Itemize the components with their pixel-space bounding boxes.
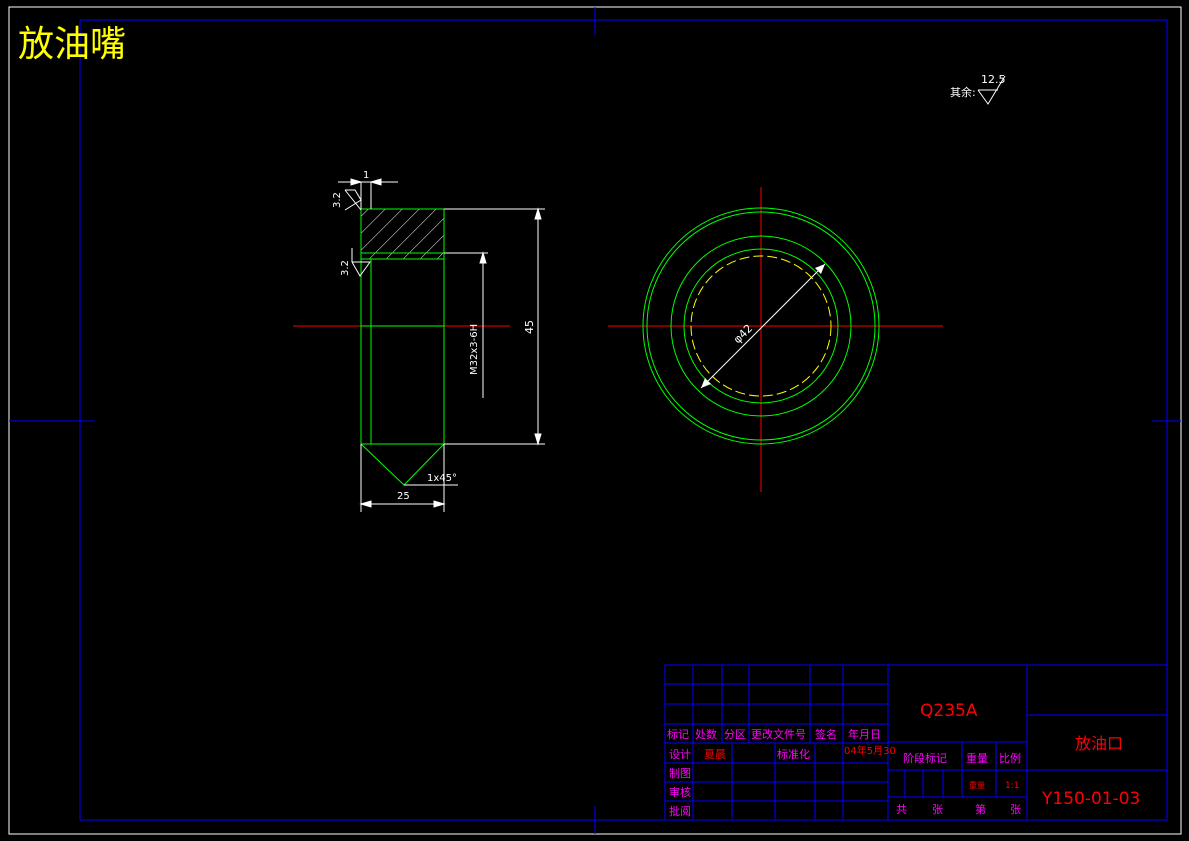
drawing-title: 放油嘴 — [18, 24, 126, 65]
header-date: 年月日 — [848, 727, 881, 741]
title-block-text: Q235A 放油口 Y150-01-03 标记 处数 分区 更改文件号 签名 年… — [667, 701, 1140, 818]
designer: 夏晨 — [704, 748, 726, 761]
design-date: 04年5月30 — [844, 744, 896, 757]
roughness-other-label: 其余: — [950, 85, 976, 99]
material: Q235A — [920, 701, 978, 721]
roughness-other: 其余: 12.5 — [950, 73, 1006, 105]
sheet-suffix: 张 — [1010, 803, 1021, 816]
standardize-label: 标准化 — [777, 747, 810, 761]
total-label: 共 — [896, 803, 907, 816]
dim-thread: M32x3-6H — [469, 324, 480, 375]
weight-value: 重量 — [969, 780, 985, 790]
header-count: 处数 — [695, 728, 717, 741]
design-label: 设计 — [669, 748, 691, 761]
header-signature: 签名 — [815, 727, 837, 741]
frame-center-ticks — [9, 7, 1181, 834]
approve-label: 批阅 — [669, 804, 691, 818]
scale-label: 比例 — [999, 751, 1021, 765]
hatch-section — [361, 209, 444, 259]
header-change-doc: 更改文件号 — [751, 727, 806, 741]
roughness-other-value: 12.5 — [981, 73, 1006, 86]
stage-label: 阶段标记 — [903, 751, 947, 765]
weight-label: 重量 — [966, 751, 988, 765]
header-mark: 标记 — [667, 727, 689, 741]
dim-chamfer-small: 1 — [363, 170, 369, 181]
dim-width: 25 — [397, 491, 410, 502]
side-view: 1 3.2 3.2 M32x3-6H 45 1x45° 25 — [293, 170, 545, 512]
roughness-top: 3.2 — [332, 192, 343, 208]
part-name: 放油口 — [1075, 734, 1123, 753]
drawing-sheet: 放油嘴 其余: 12.5 1 3.2 3.2 M32x3-6H 45 1x45°… — [8, 6, 1182, 835]
check-label: 审核 — [669, 785, 691, 799]
dim-height: 45 — [523, 320, 536, 334]
inner-frame — [79, 19, 1168, 821]
dim-chamfer: 1x45° — [427, 473, 457, 484]
scale-value: 1:1 — [1005, 781, 1019, 791]
drafting-label: 制图 — [669, 767, 691, 780]
front-view: φ42 — [608, 187, 943, 492]
drawing-number: Y150-01-03 — [1041, 789, 1140, 809]
sheet-label: 第 — [975, 802, 986, 816]
sheets-label: 张 — [932, 803, 943, 816]
outer-border — [8, 6, 1182, 835]
roughness-mid: 3.2 — [340, 260, 351, 276]
header-zone: 分区 — [724, 728, 746, 741]
